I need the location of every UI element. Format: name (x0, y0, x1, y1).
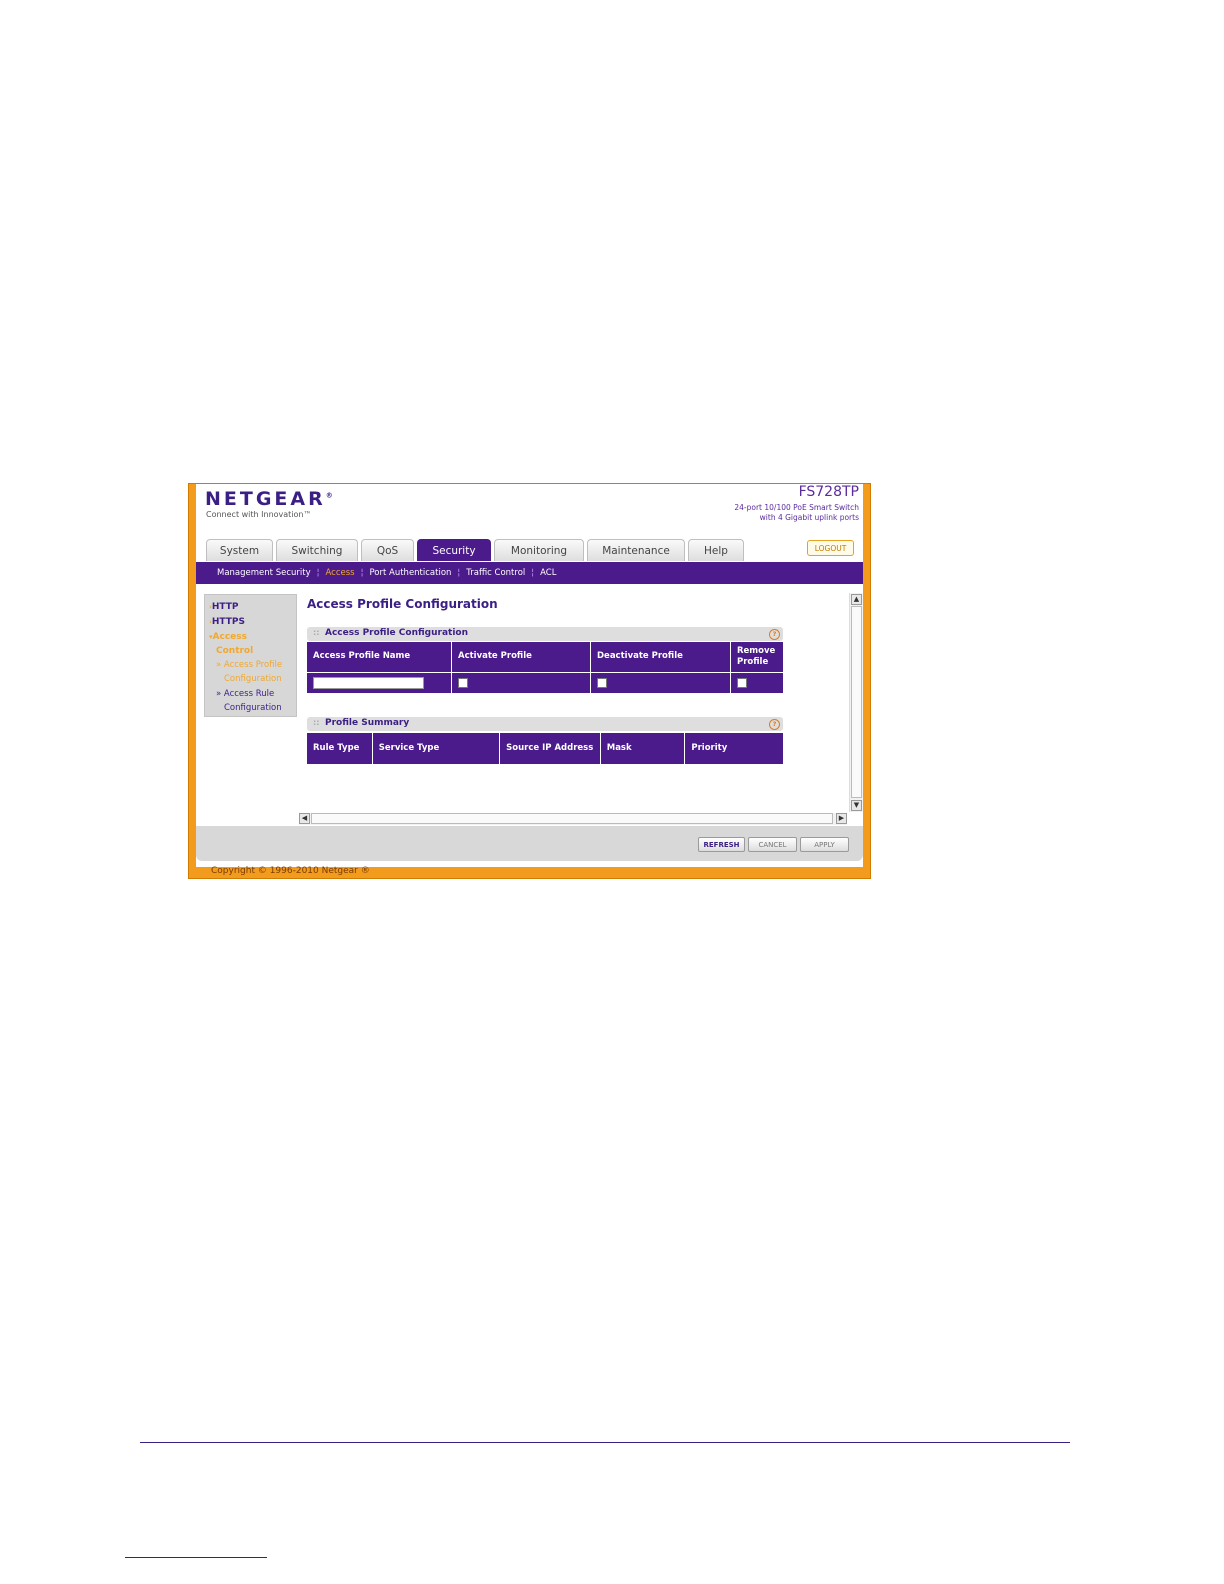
cancel-button[interactable]: CANCEL (748, 837, 797, 852)
browser-screenshot: NETGEAR® Connect with Innovation™ FS728T… (188, 483, 871, 879)
page-title: Access Profile Configuration (307, 597, 498, 611)
sidebar-item-https[interactable]: ›HTTPS (209, 616, 245, 629)
tab-monitoring[interactable]: Monitoring (494, 539, 584, 561)
scroll-down-icon[interactable]: ▼ (851, 800, 862, 811)
column-header: Mask (599, 733, 685, 764)
subnav-acl[interactable]: ACL (534, 568, 562, 578)
access-profile-panel-header: :: Access Profile Configuration ? (307, 627, 783, 641)
access-profile-name-input[interactable] (313, 676, 424, 689)
refresh-button[interactable]: REFRESH (698, 837, 745, 852)
device-description: 24-port 10/100 PoE Smart Switch with 4 G… (734, 503, 859, 522)
column-header: Priority (684, 733, 783, 764)
sidebar-item-http[interactable]: ›HTTP (209, 601, 239, 614)
table-row (307, 671, 783, 693)
scroll-up-icon[interactable]: ▲ (851, 594, 862, 605)
column-header: Deactivate Profile (590, 642, 731, 672)
subnav-port-authentication[interactable]: Port Authentication (363, 568, 457, 578)
scroll-left-icon[interactable]: ◀ (299, 813, 310, 824)
subnav-traffic-control[interactable]: Traffic Control (460, 568, 531, 578)
vertical-scrollbar[interactable]: ▲ ▼ (849, 593, 863, 812)
column-header: Remove Profile (730, 642, 783, 672)
activate-profile-checkbox[interactable] (458, 677, 468, 688)
app-window: NETGEAR® Connect with Innovation™ FS728T… (196, 484, 863, 876)
action-bar: REFRESH CANCEL APPLY (196, 826, 863, 861)
horizontal-scrollbar[interactable]: ◀ ▶ (299, 813, 847, 825)
subnav-management-security[interactable]: Management Security (211, 568, 317, 578)
help-icon[interactable]: ? (769, 719, 780, 730)
logout-button[interactable]: LOGOUT (807, 540, 854, 556)
help-icon[interactable]: ? (769, 629, 780, 640)
netgear-logo: NETGEAR® (205, 488, 336, 510)
sidebar-item-access-rule-line2[interactable]: Configuration (224, 702, 282, 715)
tab-switching[interactable]: Switching (276, 539, 358, 561)
scroll-thumb[interactable] (851, 606, 862, 798)
tab-help[interactable]: Help (688, 539, 744, 561)
tab-system[interactable]: System (206, 539, 273, 561)
tab-qos[interactable]: QoS (361, 539, 414, 561)
remove-profile-checkbox[interactable] (737, 677, 747, 688)
panel-title: Access Profile Configuration (325, 628, 469, 638)
header: NETGEAR® Connect with Innovation™ FS728T… (196, 484, 863, 562)
sidebar-item-access-profile[interactable]: » Access Profile (216, 659, 282, 672)
footer-link-underline (125, 1557, 267, 1558)
profile-summary-panel-header: :: Profile Summary ? (307, 717, 783, 731)
column-header: Source IP Address (499, 733, 601, 764)
scroll-right-icon[interactable]: ▶ (836, 813, 847, 824)
scroll-thumb[interactable] (311, 813, 833, 824)
copyright: Copyright © 1996-2010 Netgear ® (211, 866, 370, 876)
panel-title: Profile Summary (325, 718, 410, 728)
sidebar-item-access-control-line2[interactable]: Control (216, 645, 253, 658)
tab-security[interactable]: Security (417, 539, 491, 561)
sub-navigation: Management Security ¦ Access ¦ Port Auth… (196, 562, 863, 584)
subnav-access[interactable]: Access (319, 568, 360, 578)
tab-maintenance[interactable]: Maintenance (587, 539, 685, 561)
device-model: FS728TP (798, 484, 859, 500)
sidebar: ›HTTP ›HTTPS ▾Access Control » Access Pr… (204, 594, 297, 717)
tagline: Connect with Innovation™ (206, 510, 312, 519)
column-header: Activate Profile (451, 642, 591, 672)
apply-button[interactable]: APPLY (800, 837, 849, 852)
column-header: Rule Type (307, 733, 373, 764)
grip-icon: :: (313, 628, 320, 637)
main-tabs: System Switching QoS Security Monitoring… (206, 539, 747, 562)
sidebar-item-access-control[interactable]: ▾Access (209, 631, 247, 644)
deactivate-profile-checkbox[interactable] (597, 677, 607, 688)
column-header: Access Profile Name (307, 642, 452, 672)
access-profile-table: Access Profile Name Activate Profile Dea… (307, 642, 783, 693)
sidebar-item-access-rule[interactable]: » Access Rule (216, 688, 274, 701)
column-header: Service Type (371, 733, 500, 764)
page-footer-rule (140, 1442, 1070, 1443)
grip-icon: :: (313, 718, 320, 727)
profile-summary-table: Rule Type Service Type Source IP Address… (307, 733, 783, 764)
sidebar-item-access-profile-line2[interactable]: Configuration (224, 673, 282, 686)
